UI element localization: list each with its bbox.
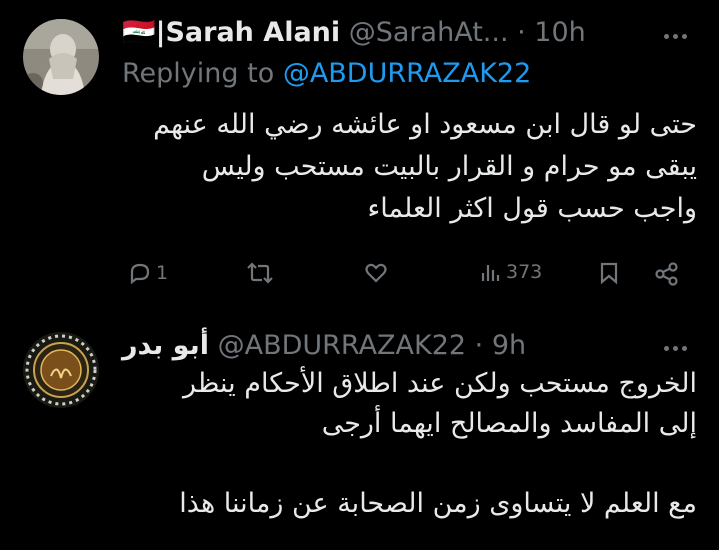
tweet-sarah[interactable]: 🇮🇶|Sarah Alani @SarahAt... · 10h Replyin… <box>0 0 719 310</box>
tweet1-header: 🇮🇶|Sarah Alani @SarahAt... · 10h <box>122 16 586 50</box>
retweet-button[interactable] <box>246 261 274 285</box>
share-icon <box>655 262 678 286</box>
views-button[interactable]: 373 <box>480 261 542 283</box>
avatar-image <box>23 19 99 95</box>
views-count: 373 <box>506 261 543 283</box>
text-line: يبقى مو حرام و القرار بالبيت مستحب وليس <box>201 151 697 182</box>
like-icon <box>365 263 387 283</box>
avatar-abu-badr[interactable] <box>23 332 99 408</box>
text-line: إلى المفاسد والمصالح ايهما أرجى <box>321 408 697 439</box>
like-button[interactable] <box>364 261 388 285</box>
avatar-sarah[interactable] <box>23 19 99 95</box>
replying-to: Replying to @ABDURRAZAK22 <box>122 57 531 91</box>
share-button[interactable] <box>654 261 680 287</box>
author-handle[interactable]: @ABDURRAZAK22 <box>218 330 466 361</box>
retweet-icon <box>247 262 273 284</box>
flag-icon: 🇮🇶 <box>122 17 156 48</box>
more-menu-icon[interactable] <box>664 346 687 351</box>
action-bar: 1 373 <box>128 261 690 291</box>
reply-button[interactable]: 1 <box>128 261 168 285</box>
author-handle[interactable]: @SarahAt... <box>349 17 509 48</box>
bookmark-icon <box>600 262 618 285</box>
text-line: واجب حسب قول اكثر العلماء <box>367 193 697 224</box>
text-line: مع العلم لا يتساوى زمن الصحابة عن زماننا… <box>179 488 697 519</box>
text-line: الخروج مستحب ولكن عند اطلاق الأحكام ينظر <box>182 368 697 399</box>
reply-count: 1 <box>156 262 169 284</box>
more-menu-icon[interactable] <box>664 34 687 39</box>
tweet-time[interactable]: · 10h <box>517 17 586 48</box>
tweet1-text: حتى لو قال ابن مسعود او عائشه رضي الله ع… <box>153 104 697 230</box>
text-line-blank <box>179 444 697 484</box>
reply-icon <box>130 263 150 285</box>
avatar-image <box>23 332 99 408</box>
author-name[interactable]: أبو بدر <box>122 330 209 361</box>
views-icon <box>481 265 500 281</box>
text-line: حتى لو قال ابن مسعود او عائشه رضي الله ع… <box>153 109 697 140</box>
author-name[interactable]: |Sarah Alani <box>156 17 341 48</box>
replying-label: Replying to <box>122 58 275 89</box>
bookmark-button[interactable] <box>598 261 620 285</box>
replying-handle-link[interactable]: @ABDURRAZAK22 <box>283 58 531 89</box>
tweet2-text: الخروج مستحب ولكن عند اطلاق الأحكام ينظر… <box>179 364 697 524</box>
tweet-abu-badr[interactable]: أبو بدر @ABDURRAZAK22 · 9h الخروج مستحب … <box>0 310 719 550</box>
tweet-time[interactable]: · 9h <box>475 330 526 361</box>
tweet2-header: أبو بدر @ABDURRAZAK22 · 9h <box>122 329 526 363</box>
